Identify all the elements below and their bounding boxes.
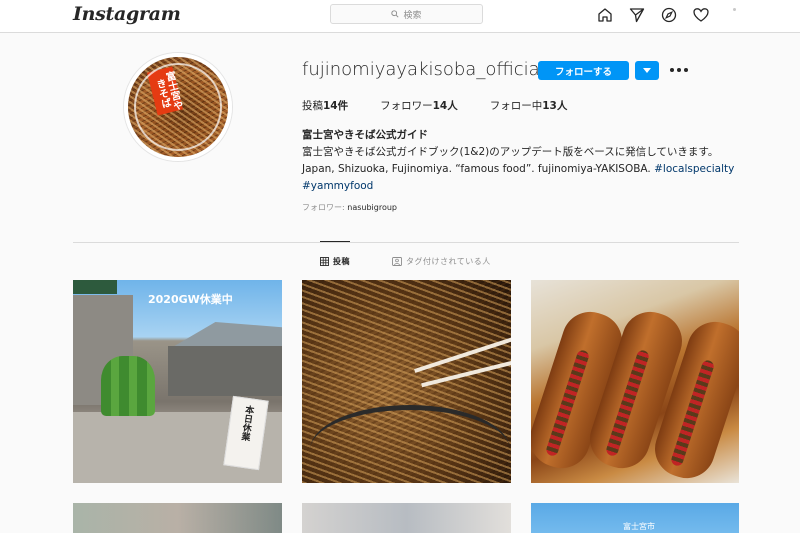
following-label: フォロー中 xyxy=(489,100,543,112)
search-icon xyxy=(391,10,400,18)
bun-filling-image xyxy=(544,348,591,458)
grid-icon xyxy=(320,257,329,266)
tagged-person-icon xyxy=(392,257,402,266)
hashtag-link[interactable]: #localspecialty xyxy=(654,163,734,175)
home-icon[interactable] xyxy=(596,6,614,24)
shop-sign-image xyxy=(73,280,117,294)
following-count[interactable]: フォロー中13人 xyxy=(490,98,568,113)
explore-compass-icon[interactable] xyxy=(660,6,678,24)
bio-line-2: Japan, Shizuoka, Fujinomiya. “famous foo… xyxy=(302,161,752,178)
tab-posts-label: 投稿 xyxy=(333,257,350,266)
post-caption-overlay: 2020GW休業中 xyxy=(148,293,233,306)
post-thumbnail[interactable]: 富士宮市 xyxy=(531,503,739,533)
avatar-ring xyxy=(134,63,222,151)
search-placeholder: 検索 xyxy=(403,10,422,21)
post-overlay-text: 富士宮市 xyxy=(623,522,655,531)
direct-message-icon[interactable] xyxy=(628,6,646,24)
profile-avatar[interactable]: 富士宮やきそば xyxy=(124,53,232,161)
nav-icons xyxy=(596,6,710,24)
shed-image xyxy=(168,346,282,396)
post-thumbnail[interactable] xyxy=(302,503,511,533)
profile-username: fujinomiyayakisoba_official xyxy=(302,59,545,80)
followers-number: 14人 xyxy=(432,100,458,112)
trees-image xyxy=(101,356,155,416)
caret-down-icon xyxy=(643,67,651,73)
posts-number: 14件 xyxy=(323,100,349,112)
suggestions-dropdown-button[interactable] xyxy=(635,61,659,80)
closed-sign-text: 本日休業 xyxy=(238,404,254,442)
tabs-divider xyxy=(73,242,739,243)
profile-display-name: 富士宮やきそば公式ガイド xyxy=(302,129,428,141)
roof-image xyxy=(171,322,282,348)
post-thumbnail[interactable] xyxy=(531,280,739,483)
followed-by-label: フォロワー: xyxy=(302,203,345,212)
instagram-logo[interactable]: Instagram xyxy=(73,3,181,25)
post-thumbnail[interactable]: 本日休業 2020GW休業中 xyxy=(73,280,282,483)
followers-label: フォロワー xyxy=(380,100,433,112)
posts-label: 投稿 xyxy=(302,100,323,112)
tab-posts[interactable]: 投稿 xyxy=(320,256,350,267)
post-thumbnail[interactable] xyxy=(73,503,282,533)
posts-count: 投稿14件 xyxy=(302,98,348,113)
active-tab-indicator xyxy=(320,241,350,242)
more-dot-icon xyxy=(670,68,674,72)
profile-bio: 富士宮やきそば公式ガイド 富士宮やきそば公式ガイドブック(1&2)のアップデート… xyxy=(302,127,752,195)
top-nav-bar: Instagram 検索 xyxy=(0,0,800,33)
followed-by-user: nasubigroup xyxy=(347,203,397,212)
activity-heart-icon[interactable] xyxy=(692,6,710,24)
bio-line-1: 富士宮やきそば公式ガイドブック(1&2)のアップデート版をベースに発信していきま… xyxy=(302,146,719,158)
hashtag-link[interactable]: #yammyfood xyxy=(302,180,373,192)
search-input[interactable]: 検索 xyxy=(330,4,483,24)
profile-avatar-dot[interactable] xyxy=(733,8,736,11)
more-dot-icon xyxy=(684,68,688,72)
tab-tagged-label: タグ付けされている人 xyxy=(406,257,491,266)
more-dot-icon xyxy=(677,68,681,72)
bun-filling-image xyxy=(604,348,651,458)
profile-stats: 投稿14件 フォロワー14人 フォロー中13人 xyxy=(302,98,599,113)
followers-count[interactable]: フォロワー14人 xyxy=(380,98,458,113)
bun-filling-image xyxy=(669,358,716,468)
following-number: 13人 xyxy=(542,100,568,112)
tab-tagged[interactable]: タグ付けされている人 xyxy=(392,256,491,267)
more-options-button[interactable] xyxy=(669,63,689,77)
post-thumbnail[interactable] xyxy=(302,280,511,483)
followed-by[interactable]: フォロワー: nasubigroup xyxy=(302,202,397,213)
bio-line-2-text: Japan, Shizuoka, Fujinomiya. “famous foo… xyxy=(302,163,651,175)
follow-button[interactable]: フォローする xyxy=(538,61,629,80)
